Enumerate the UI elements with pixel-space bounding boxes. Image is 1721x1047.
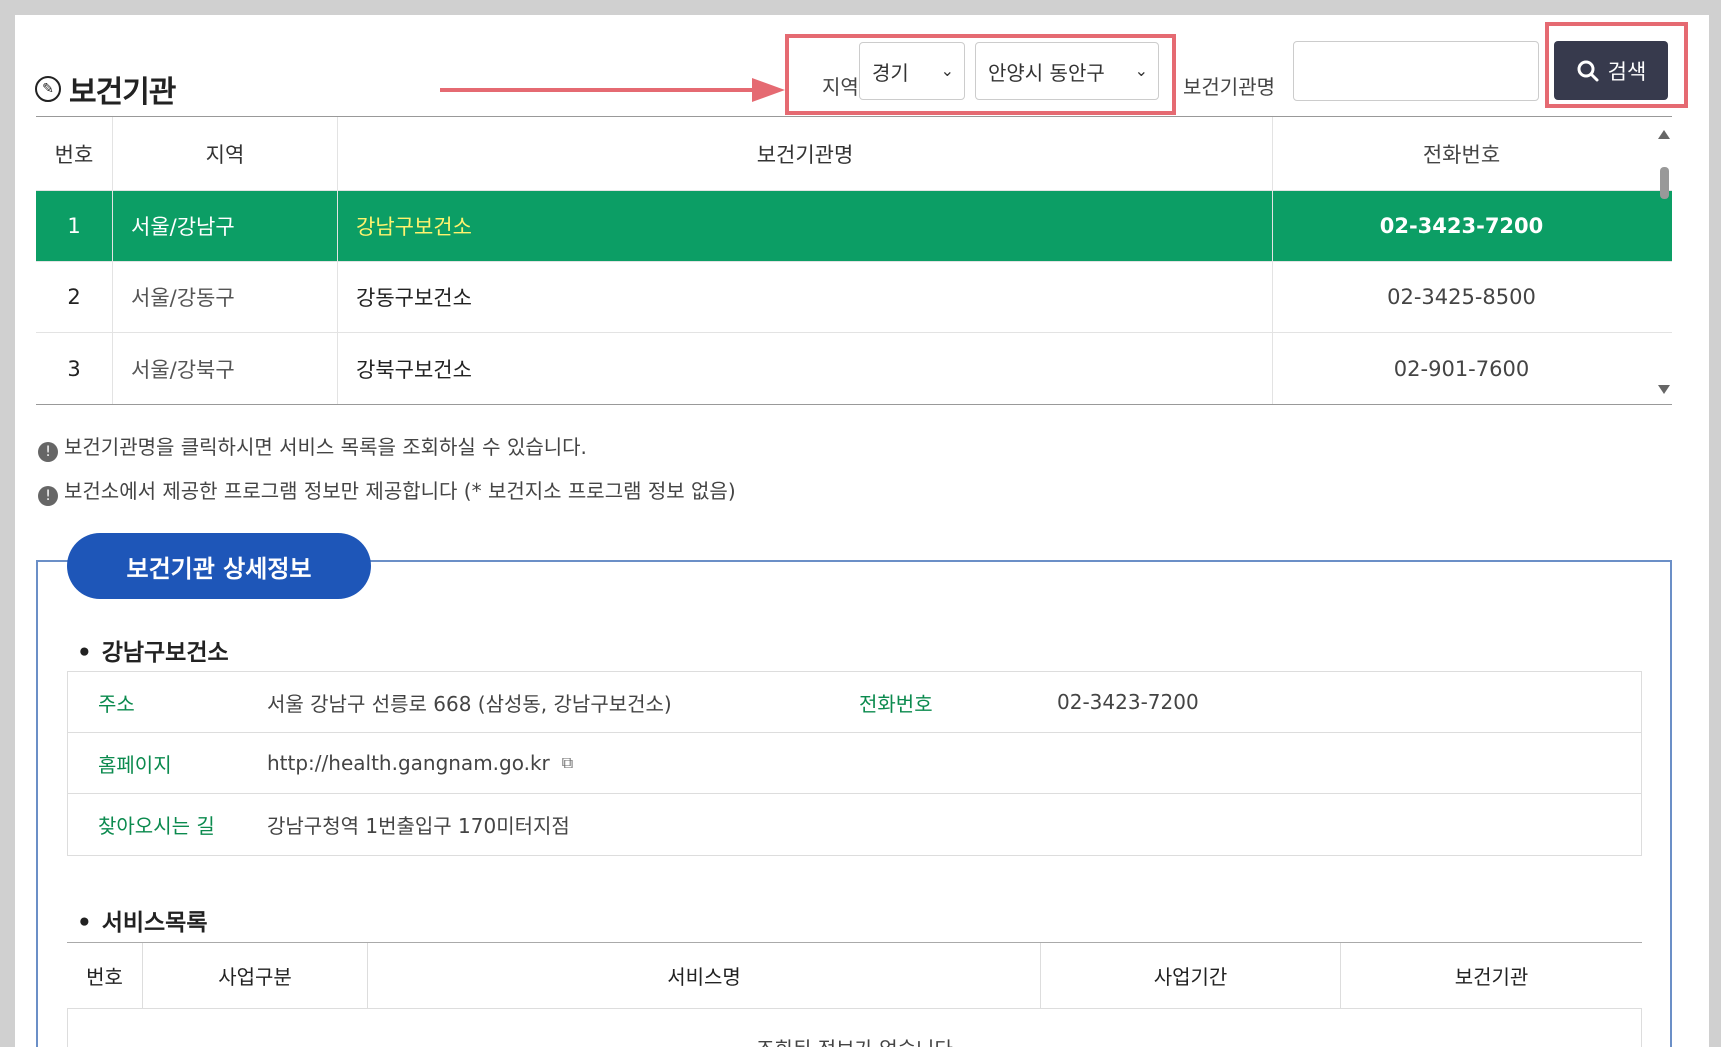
province-select[interactable]: 경기 ⌄ (859, 42, 965, 100)
pencil-icon: ✎ (35, 76, 61, 102)
col-header-no: 번호 (36, 117, 113, 190)
search-icon (1577, 60, 1599, 81)
col-header-category: 사업구분 (143, 943, 368, 1008)
pointer-arrow-icon (440, 78, 785, 102)
city-select[interactable]: 안양시 동안구 ⌄ (975, 42, 1159, 100)
facility-name-label: 보건기관명 (1183, 75, 1275, 99)
search-button[interactable]: 검색 (1554, 41, 1668, 100)
homepage-label: 홈페이지 (98, 752, 172, 777)
cell-region: 서울/강북구 (113, 333, 338, 404)
detail-title-pill: 보건기관 상세정보 (67, 533, 371, 599)
region-label: 지역 (822, 75, 859, 99)
facility-table: 번호 지역 보건기관명 전화번호 1 서울/강남구 강남구보건소 02-3423… (36, 116, 1672, 405)
services-table: 번호 사업구분 서비스명 사업기간 보건기관 (67, 942, 1642, 1009)
directions-label: 찾아오시는 길 (98, 814, 215, 838)
table-row[interactable]: 1 서울/강남구 강남구보건소 02-3423-7200 (36, 191, 1672, 262)
cell-region: 서울/강동구 (113, 262, 338, 332)
table-header: 번호 지역 보건기관명 전화번호 (36, 117, 1672, 191)
services-heading: 서비스목록 (77, 903, 208, 937)
cell-facility-name[interactable]: 강북구보건소 (338, 333, 1273, 404)
services-table-header: 번호 사업구분 서비스명 사업기간 보건기관 (67, 943, 1642, 1009)
col-header-period: 사업기간 (1041, 943, 1341, 1008)
info-row: 찾아오시는 길 강남구청역 1번출입구 170미터지점 (68, 794, 1641, 855)
scroll-down-icon (1658, 385, 1670, 394)
cell-no: 3 (36, 333, 113, 404)
table-scrollbar[interactable] (1654, 127, 1674, 397)
cell-facility-name[interactable]: 강남구보건소 (338, 191, 1273, 261)
empty-message: 조회된 정보가 없습니다 (67, 1009, 1642, 1047)
col-header-no: 번호 (67, 943, 143, 1008)
notice-list: ! 보건기관명을 클릭하시면 서비스 목록을 조회하실 수 있습니다. ! 보건소에… (38, 425, 736, 513)
col-header-name: 보건기관명 (338, 117, 1273, 190)
external-link-icon[interactable]: ⧉ (562, 753, 573, 773)
page-title: 보건기관 (69, 75, 176, 110)
facility-info-table: 주소 서울 강남구 선릉로 668 (삼성동, 강남구보건소) 전화번호 02-… (67, 671, 1642, 856)
cell-no: 1 (36, 191, 113, 261)
notice-item: ! 보건소에서 제공한 프로그램 정보만 제공합니다 (* 보건지소 프로그램 정… (38, 469, 736, 513)
notice-text: 보건기관명을 클릭하시면 서비스 목록을 조회하실 수 있습니다. (64, 435, 587, 459)
page-header: ✎ 보건기관 (35, 67, 176, 111)
notice-text: 보건소에서 제공한 프로그램 정보만 제공합니다 (* 보건지소 프로그램 정보… (64, 479, 736, 503)
address-label: 주소 (98, 691, 135, 716)
phone-value: 02-3423-7200 (1057, 690, 1199, 714)
cell-phone: 02-3423-7200 (1379, 214, 1544, 238)
page-frame: ✎ 보건기관 지역 경기 ⌄ 안양시 동안구 ⌄ 보건기관명 검색 번호 지역 … (15, 15, 1709, 1047)
chevron-down-icon: ⌄ (940, 61, 954, 80)
col-header-facility: 보건기관 (1454, 965, 1529, 989)
scroll-thumb (1660, 167, 1669, 199)
city-select-value: 안양시 동안구 (988, 60, 1105, 85)
homepage-link[interactable]: http://health.gangnam.go.kr (267, 751, 550, 775)
chevron-down-icon: ⌄ (1134, 61, 1148, 80)
search-button-label: 검색 (1607, 59, 1647, 84)
address-value: 서울 강남구 선릉로 668 (삼성동, 강남구보건소) (267, 691, 672, 716)
table-row[interactable]: 3 서울/강북구 강북구보건소 02-901-7600 (36, 333, 1672, 404)
facility-name-heading: 강남구보건소 (77, 633, 229, 667)
col-header-phone: 전화번호 (1422, 142, 1501, 167)
phone-label: 전화번호 (859, 691, 933, 716)
facility-name-input[interactable] (1293, 41, 1539, 101)
info-icon: ! (38, 486, 58, 506)
scroll-up-icon (1658, 130, 1670, 139)
notice-item: ! 보건기관명을 클릭하시면 서비스 목록을 조회하실 수 있습니다. (38, 425, 736, 469)
directions-value: 강남구청역 1번출입구 170미터지점 (267, 814, 570, 838)
col-header-region: 지역 (113, 117, 338, 190)
cell-no: 2 (36, 262, 113, 332)
cell-region: 서울/강남구 (113, 191, 338, 261)
info-icon: ! (38, 442, 58, 462)
cell-facility-name[interactable]: 강동구보건소 (338, 262, 1273, 332)
info-row: 홈페이지 http://health.gangnam.go.kr ⧉ (68, 733, 1641, 794)
col-header-service: 서비스명 (368, 943, 1041, 1008)
table-row[interactable]: 2 서울/강동구 강동구보건소 02-3425-8500 (36, 262, 1672, 333)
info-row: 주소 서울 강남구 선릉로 668 (삼성동, 강남구보건소) 전화번호 02-… (68, 672, 1641, 733)
province-select-value: 경기 (872, 60, 909, 85)
cell-phone: 02-901-7600 (1393, 356, 1530, 381)
cell-phone: 02-3425-8500 (1387, 285, 1536, 309)
